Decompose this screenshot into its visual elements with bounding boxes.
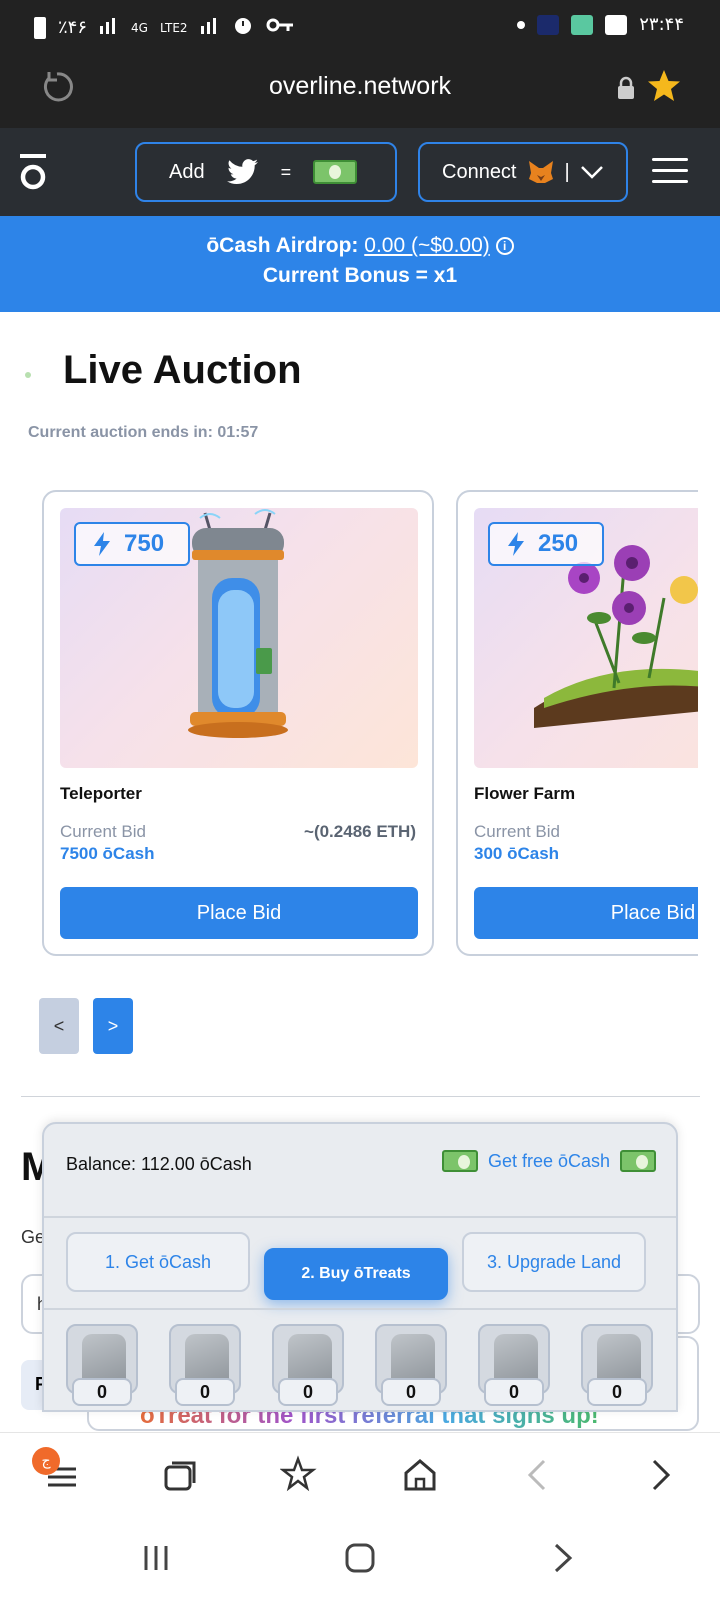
equals-sign: = (280, 161, 292, 182)
battery-percent: ٪۴۶ (58, 17, 88, 38)
system-nav-bar (0, 1522, 720, 1600)
cash-icon (620, 1150, 656, 1172)
auction-card-teleporter: 750 Teleporter Current Bid 7500 ōCash ~(… (42, 490, 434, 956)
current-bid-label: Current Bid (60, 822, 146, 841)
metamask-fox-icon (528, 161, 553, 183)
treat-item[interactable]: 0 (272, 1324, 344, 1406)
get-free-label: Get free ōCash (487, 1150, 610, 1171)
airdrop-value-link[interactable]: 0.00 (~$0.00) (364, 234, 490, 257)
lock-icon[interactable] (617, 76, 635, 100)
treat-item[interactable]: 0 (66, 1324, 138, 1406)
current-bid-value: 7500 ōCash (60, 844, 155, 863)
energy-value: 750 (124, 530, 165, 557)
treat-item[interactable]: 0 (169, 1324, 241, 1406)
auction-card-flower-farm: 250 Flower Farm Current Bid 300 ōCash Pl… (456, 490, 698, 956)
lightning-icon (94, 532, 110, 556)
lte-label: LTE2 (159, 20, 188, 35)
live-dot-icon (25, 372, 31, 378)
alarm-icon (232, 14, 254, 41)
tabs-icon[interactable] (160, 1455, 200, 1495)
item-image-flower-farm: 250 (474, 508, 698, 768)
page-title: Live Auction (63, 348, 302, 392)
hamburger-menu-icon[interactable] (652, 158, 688, 184)
item-name: Flower Farm (474, 784, 576, 803)
current-bonus: Current Bonus = x1 (262, 264, 458, 287)
clock-time: ۲۳:۴۴ (639, 14, 684, 35)
connect-label: Connect (442, 160, 517, 183)
bookmarks-icon[interactable] (279, 1455, 320, 1495)
treat-item[interactable]: 0 (581, 1324, 653, 1406)
energy-badge: 250 (488, 522, 604, 566)
treat-count: 0 (278, 1378, 338, 1406)
browser-url-bar: overline.network (0, 52, 720, 128)
balance-text: Balance: 112.00 ōCash (66, 1154, 252, 1174)
treat-count: 0 (484, 1378, 544, 1406)
chevron-down-icon[interactable] (580, 165, 604, 179)
get-free-ocash-link[interactable]: Get free ōCash (441, 1150, 656, 1172)
tab-get-ocash[interactable]: 1. Get ōCash (66, 1232, 250, 1292)
forward-arrow-icon[interactable] (640, 1455, 680, 1495)
youtube-icon (605, 14, 628, 35)
twitter-icon (226, 159, 258, 185)
info-icon[interactable]: i (495, 237, 514, 256)
browser-bottom-nav: ج (0, 1432, 720, 1522)
current-bid-value: 300 ōCash (474, 844, 560, 863)
airdrop-banner: ōCash Airdrop: 0.00 (~$0.00) i Current B… (0, 216, 720, 312)
tab-upgrade-land[interactable]: 3. Upgrade Land (462, 1232, 646, 1292)
network-type: 4G (131, 20, 148, 35)
dot-indicator (517, 20, 526, 29)
energy-badge: 750 (74, 522, 190, 566)
site-header: Add = Connect | (0, 128, 720, 216)
tab-buy-otreats[interactable]: 2. Buy ōTreats (264, 1248, 448, 1300)
signal-icon (99, 16, 119, 39)
lightning-icon (508, 532, 524, 556)
vpn-key-icon (266, 17, 294, 38)
item-name: Teleporter (60, 784, 142, 803)
add-label: Add (169, 160, 205, 183)
back-arrow-icon[interactable] (518, 1455, 558, 1495)
treat-count: 0 (175, 1378, 235, 1406)
section-divider (21, 1096, 700, 1097)
treat-item[interactable]: 0 (478, 1324, 550, 1406)
eth-equivalent: ~(0.2486 ETH) (304, 822, 416, 841)
add-twitter-button[interactable]: Add = (135, 142, 397, 202)
overline-logo[interactable] (18, 152, 48, 192)
auction-countdown: Current auction ends in: 01:57 (28, 424, 259, 441)
treat-count: 0 (587, 1378, 647, 1406)
energy-value: 250 (538, 530, 579, 557)
system-back-icon[interactable] (544, 1540, 580, 1576)
airdrop-line: ōCash Airdrop: 0.00 (~$0.00) i (0, 234, 720, 258)
signal-icon-2 (200, 16, 220, 39)
item-image-teleporter: 750 (60, 508, 418, 768)
cash-icon (313, 160, 358, 184)
notification-badge: ج (32, 1447, 60, 1475)
place-bid-button[interactable]: Place Bid (60, 887, 418, 939)
place-bid-button[interactable]: Place Bid (474, 887, 698, 939)
treat-item[interactable]: 0 (375, 1324, 447, 1406)
bookmark-star-icon[interactable] (646, 68, 682, 104)
carousel-prev-button[interactable]: < (39, 998, 79, 1054)
connect-wallet-button[interactable]: Connect | (418, 142, 628, 202)
auction-carousel: 750 Teleporter Current Bid 7500 ōCash ~(… (0, 480, 698, 970)
current-bid-label: Current Bid (474, 822, 560, 841)
treat-count: 0 (381, 1378, 441, 1406)
panel-divider (44, 1308, 676, 1310)
status-bar: ٪۴۶ 4G LTE2 ۲۳:۴۴ (0, 0, 720, 52)
cash-icon (441, 1150, 478, 1172)
recent-apps-icon[interactable] (140, 1540, 176, 1576)
app-icon (537, 14, 560, 35)
home-button-icon[interactable] (342, 1540, 378, 1576)
panel-divider (44, 1216, 676, 1218)
airdrop-label: ōCash Airdrop: (206, 234, 359, 257)
home-icon[interactable] (400, 1455, 440, 1495)
treat-count: 0 (72, 1378, 132, 1406)
url-text[interactable]: overline.network (0, 72, 720, 101)
app-icon-green (571, 14, 594, 35)
battery-icon (34, 16, 46, 39)
carousel-next-button[interactable]: > (93, 998, 133, 1054)
wallet-panel: Balance: 112.00 ōCash Get free ōCash 1. … (42, 1122, 678, 1412)
separator-bar: | (564, 160, 570, 183)
